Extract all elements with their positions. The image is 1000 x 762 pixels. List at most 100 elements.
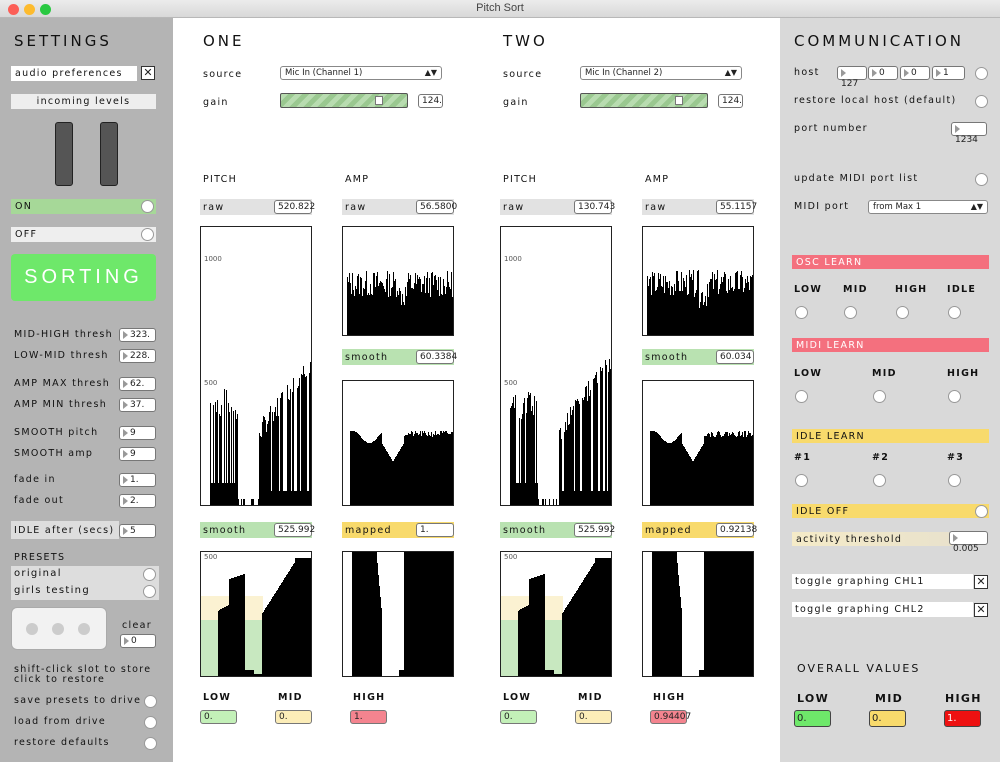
audio-preferences-toggle[interactable]: ✕ (141, 66, 155, 80)
param-value-8[interactable]: 5 (119, 524, 156, 538)
idle-learn-header: IDLE LEARN (792, 429, 989, 443)
activity-threshold-number[interactable]: 0.005 (949, 531, 988, 554)
host-octet-4[interactable]: 1 (932, 66, 965, 80)
param-label-1: LOW-MID thresh (14, 350, 109, 361)
param-value-4[interactable]: 9 (119, 426, 156, 440)
overall-low-label: LOW (797, 692, 830, 705)
amp-raw-graph (642, 226, 754, 336)
audio-preferences-button[interactable]: audio preferences (11, 66, 137, 81)
osc-learn-radio-0[interactable] (795, 306, 808, 319)
restore-host-button[interactable] (975, 95, 988, 108)
preset-girls-testing-radio[interactable] (143, 585, 156, 598)
preset-girls-testing[interactable]: girls testing (14, 585, 90, 596)
off-button[interactable]: OFF (11, 227, 156, 242)
tick-500: 500 (504, 379, 518, 387)
amp-label: AMP (645, 174, 670, 185)
settings-header: SETTINGS (14, 32, 112, 50)
idle-learn-label-0: #1 (794, 452, 812, 463)
idle-off-bar[interactable]: IDLE OFF (792, 504, 989, 518)
param-label-8: IDLE after (secs) (14, 525, 115, 536)
midi-learn-radio-1[interactable] (873, 390, 886, 403)
toggle-graph-chl1-checkbox[interactable]: ✕ (974, 575, 988, 589)
source-select[interactable]: Mic In (Channel 2) ▲▼ (580, 66, 742, 80)
toggle-graph-chl2-checkbox[interactable]: ✕ (974, 603, 988, 617)
idle-learn-label-2: #3 (947, 452, 965, 463)
restore-defaults-button[interactable] (144, 737, 157, 750)
on-button[interactable]: ON (11, 199, 156, 214)
save-presets-button[interactable] (144, 695, 157, 708)
on-radio[interactable] (141, 200, 154, 213)
off-radio[interactable] (141, 228, 154, 241)
window-title: Pitch Sort (476, 2, 524, 14)
source-label: source (503, 69, 543, 80)
overall-low-value: 0. (794, 710, 831, 727)
gain-slider[interactable] (580, 93, 708, 108)
preset-original[interactable]: original (14, 568, 62, 579)
idle-learn-radio-0[interactable] (795, 474, 808, 487)
host-octet-1[interactable]: 127 (837, 66, 867, 89)
idle-learn-radio-2[interactable] (948, 474, 961, 487)
param-value-7[interactable]: 2. (119, 494, 156, 508)
midi-learn-radio-2[interactable] (948, 390, 961, 403)
presets-list: original girls testing (11, 566, 159, 600)
idle-off-radio[interactable] (975, 505, 988, 518)
amp-raw-label: raw (645, 202, 667, 213)
host-set-button[interactable] (975, 67, 988, 80)
incoming-levels-label: incoming levels (11, 94, 156, 109)
overall-high-value: 1. (944, 710, 981, 727)
gain-number[interactable]: 124. (718, 94, 743, 108)
pitch-smooth-value: 525.992 (574, 523, 615, 537)
midi-learn-header: MIDI LEARN (792, 338, 989, 352)
save-presets-label: save presets to drive (14, 695, 142, 706)
param-label-6: fade in (14, 474, 56, 485)
communication-header: COMMUNICATION (794, 32, 964, 50)
update-midi-button[interactable] (975, 173, 988, 186)
param-value-2[interactable]: 62. (119, 377, 156, 391)
overall-mid-label: MID (875, 692, 904, 705)
midi-port-select[interactable]: from Max 1 ▲▼ (868, 200, 988, 214)
pitch-smooth-label: smooth (503, 525, 547, 536)
mid-value: 0. (575, 710, 612, 724)
midi-learn-label-1: MID (872, 368, 897, 379)
preset-slot-1[interactable] (26, 623, 38, 635)
pitch-smooth-graph: 500 (500, 551, 612, 677)
midi-learn-radio-0[interactable] (795, 390, 808, 403)
preset-slot-2[interactable] (52, 623, 64, 635)
host-octet-2[interactable]: 0 (868, 66, 898, 80)
host-octet-3[interactable]: 0 (900, 66, 930, 80)
clear-number[interactable]: 0 (120, 634, 156, 648)
preset-slots[interactable] (11, 607, 107, 650)
param-value-1[interactable]: 228. (119, 349, 156, 363)
osc-learn-radio-1[interactable] (844, 306, 857, 319)
load-drive-label: load from drive (14, 716, 106, 727)
param-value-6[interactable]: 1. (119, 473, 156, 487)
idle-learn-radio-1[interactable] (873, 474, 886, 487)
amp-raw-value: 55.1157 (716, 200, 757, 214)
amp-smooth-label: smooth (645, 352, 689, 363)
pitch-raw-graph: 1000 500 (500, 226, 612, 506)
osc-learn-header: OSC LEARN (792, 255, 989, 269)
osc-learn-radio-2[interactable] (896, 306, 909, 319)
midi-learn-label-0: LOW (794, 368, 823, 379)
osc-learn-label-1: MID (843, 284, 868, 295)
low-label: LOW (503, 692, 532, 703)
gain-slider-knob[interactable] (675, 96, 683, 105)
preset-original-radio[interactable] (143, 568, 156, 581)
preset-slot-3[interactable] (78, 623, 90, 635)
pitch-raw-value: 130.743 (574, 200, 615, 214)
param-label-7: fade out (14, 495, 65, 506)
port-label: port number (794, 123, 868, 134)
param-value-3[interactable]: 37. (119, 398, 156, 412)
param-label-2: AMP MAX thresh (14, 378, 111, 389)
toggle-graph-chl2-label: toggle graphing CHL2 (792, 602, 973, 617)
param-value-0[interactable]: 323. (119, 328, 156, 342)
mapped-graph (642, 551, 754, 677)
mapped-label: mapped (645, 525, 692, 536)
overall-mid-value: 0. (869, 710, 906, 727)
port-number[interactable]: 1234 (951, 122, 987, 145)
load-drive-button[interactable] (144, 716, 157, 729)
param-value-5[interactable]: 9 (119, 447, 156, 461)
settings-panel: SETTINGS audio preferences ✕ incoming le… (0, 18, 173, 762)
osc-learn-radio-3[interactable] (948, 306, 961, 319)
amp-smooth-graph (642, 380, 754, 506)
